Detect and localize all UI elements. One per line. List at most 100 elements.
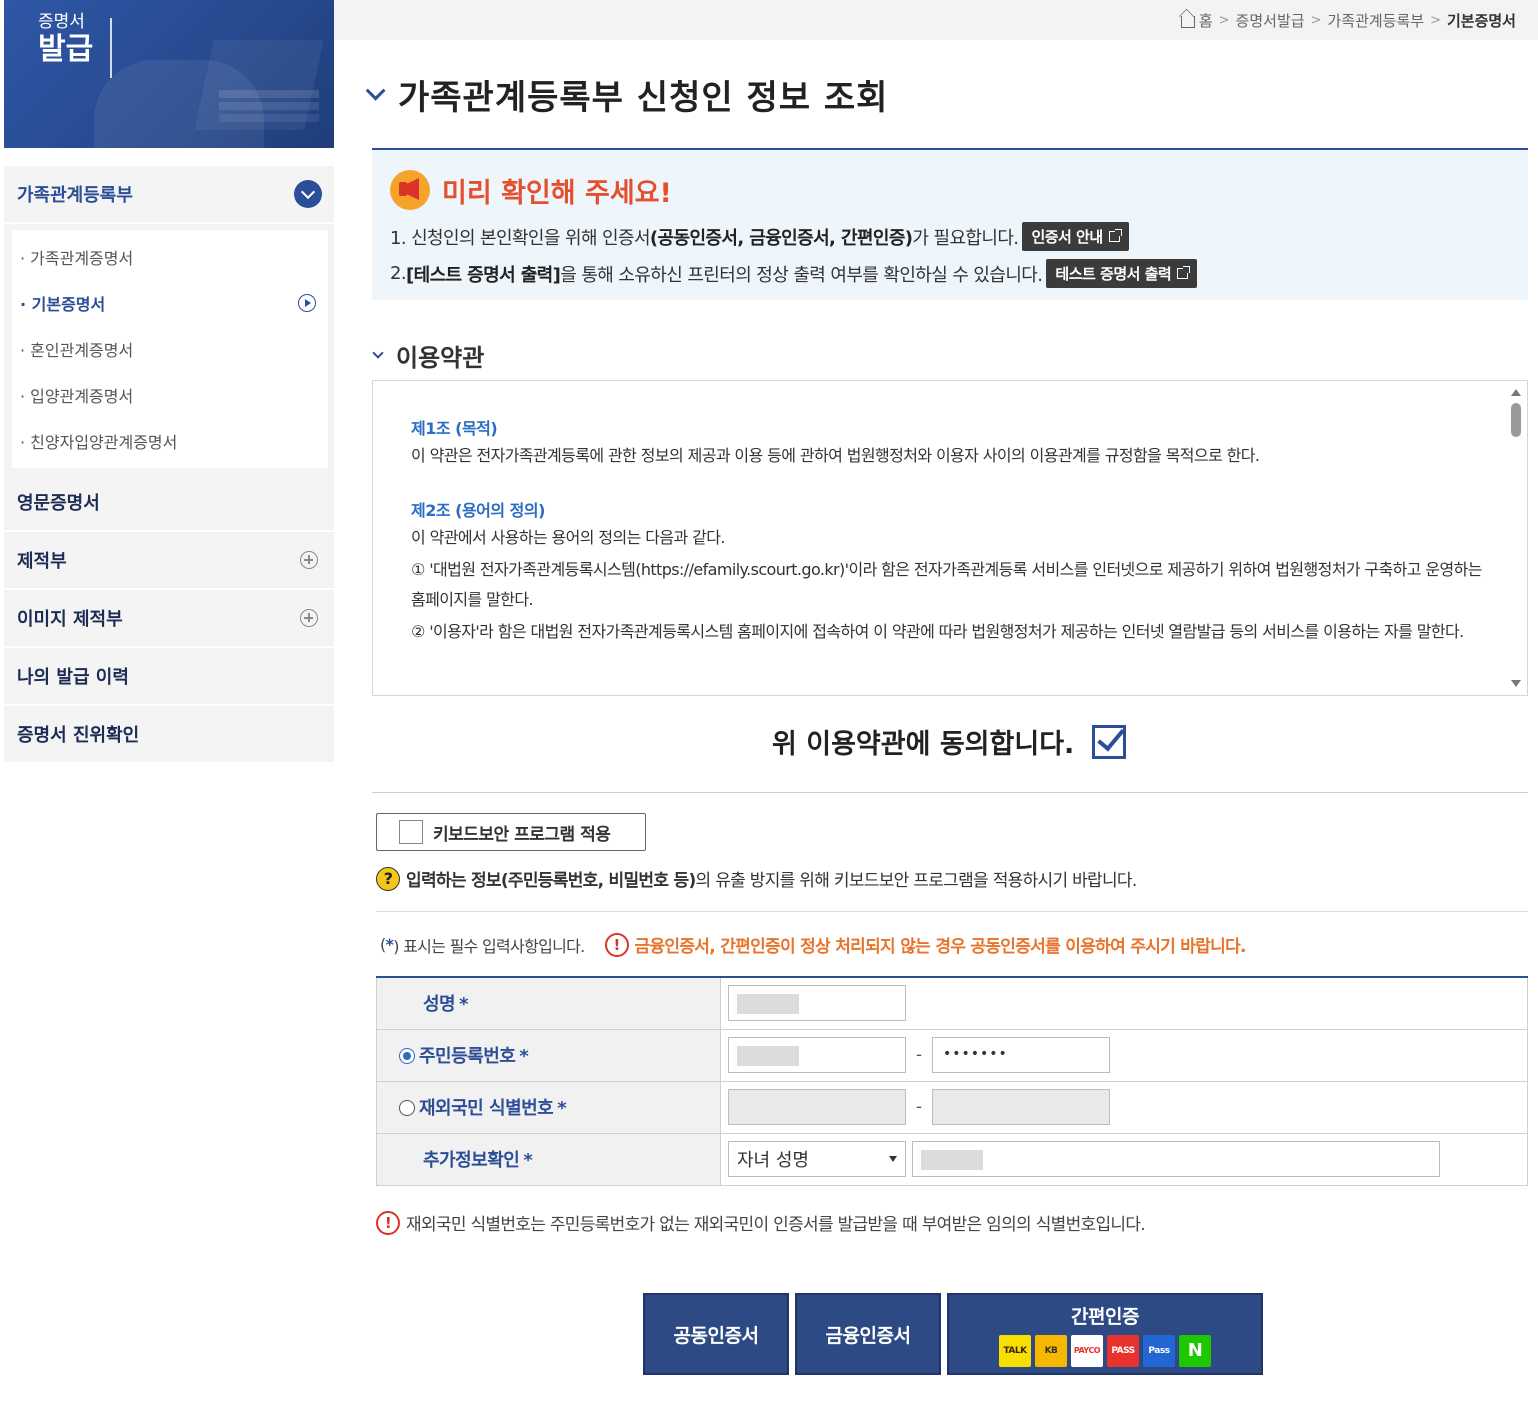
section-tick-icon	[372, 346, 384, 359]
pass-icon: PASS	[1107, 1334, 1139, 1367]
financial-cert-button[interactable]: 금융인증서	[795, 1293, 941, 1375]
form-row-rrn: 주민등록번호 * - •••••••	[376, 1029, 1528, 1081]
sidebar: 증명서 발급 가족관계등록부 · 가족관계증명서 · 기본증명서 · 혼인관계증…	[4, 0, 334, 764]
main-content: 홈 > 증명서발급 > 가족관계등록부 > 기본증명서 가족관계등록부 신청인 …	[334, 0, 1538, 1375]
foreign-label[interactable]: 재외국민 식별번호 *	[376, 1081, 721, 1133]
scroll-up-icon[interactable]	[1511, 389, 1521, 396]
sub-item-marriage[interactable]: · 혼인관계증명서	[12, 326, 328, 372]
rrn-label[interactable]: 주민등록번호 *	[376, 1029, 721, 1081]
simple-auth-logos: TALK KB PAYCO PASS Pass N	[997, 1334, 1213, 1367]
simple-auth-button[interactable]: 간편인증 TALK KB PAYCO PASS Pass N	[947, 1293, 1263, 1375]
side-menu: 가족관계등록부 · 가족관계증명서 · 기본증명서 · 혼인관계증명서 · 입양…	[4, 166, 334, 764]
terms-scrollbar[interactable]	[1505, 381, 1527, 695]
menu-verify[interactable]: 증명서 진위확인	[4, 706, 334, 764]
payco-icon: PAYCO	[1071, 1334, 1103, 1367]
required-star: *	[459, 994, 469, 1016]
foreign-radio[interactable]	[399, 1100, 415, 1116]
keyboard-security-checkbox[interactable]	[399, 820, 423, 844]
keyboard-help-bold: 입력하는 정보(주민등록번호, 비밀번호 등)	[406, 871, 696, 891]
article-body: ① '대법원 전자가족관계등록시스템(https://efamily.scour…	[411, 560, 1482, 609]
notice-line-2: 2. [테스트 증명서 출력] 을 통해 소유하신 프린터의 정상 출력 여부를 …	[390, 259, 1528, 288]
cert-guide-label: 인증서 안내	[1031, 228, 1103, 246]
sub-item-label: · 입양관계증명서	[20, 387, 134, 406]
dash: -	[915, 1097, 923, 1117]
required-star: *	[557, 1098, 567, 1119]
auth-buttons: 공동인증서 금융인증서 간편인증 TALK KB PAYCO PASS Pass…	[643, 1293, 1263, 1375]
scroll-thumb[interactable]	[1511, 403, 1521, 437]
name-input[interactable]	[728, 985, 906, 1022]
sub-item-basic-cert[interactable]: · 기본증명서	[12, 280, 328, 326]
rrn-radio[interactable]	[399, 1048, 415, 1064]
notice-text: 2.	[390, 263, 407, 284]
extra-info-select[interactable]: 자녀 성명	[728, 1141, 906, 1177]
home-icon[interactable]	[1180, 16, 1195, 28]
foreign-front-input[interactable]	[728, 1089, 906, 1125]
menu-english-cert[interactable]: 영문증명서	[4, 474, 334, 532]
notice-line-1: 1. 신청인의 본인확인을 위해 인증서 (공동인증서, 금융인증서, 간편인증)…	[390, 222, 1528, 251]
page-title: 가족관계등록부 신청인 정보 조회	[398, 78, 889, 118]
breadcrumb-item[interactable]: 가족관계등록부	[1327, 10, 1424, 31]
sidebar-banner: 증명서 발급	[4, 0, 334, 148]
sub-item-adoption[interactable]: · 입양관계증명서	[12, 372, 328, 418]
warning-text: 금융인증서, 간편인증이 정상 처리되지 않는 경우 공동인증서를 이용하여 주…	[634, 937, 1247, 957]
notice-text: 1. 신청인의 본인확인을 위해 인증서	[390, 227, 651, 249]
sub-item-full-adoption[interactable]: · 친양자입양관계증명서	[12, 418, 328, 464]
keyboard-help: ? 입력하는 정보(주민등록번호, 비밀번호 등) 의 유출 방지를 위해 키보드…	[376, 866, 1137, 891]
menu-family-register-label: 가족관계등록부	[17, 185, 133, 206]
keyboard-security-toggle[interactable]: 키보드보안 프로그램 적용	[376, 813, 646, 851]
breadcrumb-sep: >	[1218, 12, 1230, 28]
kb-icon: KB	[1035, 1334, 1067, 1367]
plus-circle-icon[interactable]	[300, 609, 318, 627]
sub-item-label: · 가족관계증명서	[20, 249, 134, 268]
dash: -	[915, 1045, 923, 1065]
article-title: 제2조 (용어의 정의)	[411, 501, 545, 520]
article-body: 이 약관은 전자가족관계등록에 관한 정보의 제공과 이용 등에 관하여 법원행…	[411, 446, 1260, 465]
scroll-down-icon[interactable]	[1511, 680, 1521, 687]
required-note-text: ) 표시는 필수 입력사항입니다.	[393, 936, 585, 956]
agree-checkbox[interactable]	[1092, 724, 1127, 759]
breadcrumb-item[interactable]: 증명서발급	[1236, 10, 1305, 31]
menu-jejeokbu[interactable]: 제적부	[4, 532, 334, 590]
menu-image-jejeokbu[interactable]: 이미지 제적부	[4, 590, 334, 648]
agree-row: 위 이용약관에 동의합니다.	[772, 722, 1127, 761]
kakao-talk-icon: TALK	[999, 1334, 1031, 1367]
external-link-icon	[1177, 266, 1191, 279]
foreign-id-note: ! 재외국민 식별번호는 주민등록번호가 없는 재외국민이 인증서를 발급받을 …	[376, 1210, 1146, 1235]
dropdown-arrow-icon	[889, 1156, 897, 1162]
sub-item-family-relation[interactable]: · 가족관계증명서	[12, 234, 328, 280]
page-title-wrap: 가족관계등록부 신청인 정보 조회	[365, 70, 889, 119]
menu-label: 이미지 제적부	[17, 609, 123, 630]
button-label: 금융인증서	[825, 1324, 911, 1347]
menu-my-history[interactable]: 나의 발급 이력	[4, 648, 334, 706]
pass-blue-icon: Pass	[1143, 1334, 1175, 1367]
extra-label: 추가정보확인 *	[376, 1133, 721, 1185]
joint-cert-button[interactable]: 공동인증서	[643, 1293, 789, 1375]
sub-item-label: · 기본증명서	[20, 295, 106, 314]
breadcrumb-sep: >	[1310, 12, 1322, 28]
keyboard-help-text: 의 유출 방지를 위해 키보드보안 프로그램을 적용하시기 바랍니다.	[695, 871, 1138, 891]
cert-guide-button[interactable]: 인증서 안내	[1022, 222, 1129, 251]
test-print-button[interactable]: 테스트 증명서 출력	[1046, 259, 1198, 288]
notice-text-bold: (공동인증서, 금융인증서, 간편인증)	[649, 227, 913, 249]
breadcrumb-sep: >	[1430, 12, 1441, 28]
rrn-back-input[interactable]: •••••••	[932, 1037, 1110, 1073]
form-row-name: 성명 *	[376, 977, 1528, 1029]
divider	[376, 911, 1528, 912]
required-star: *	[519, 1046, 529, 1067]
sub-item-label: · 혼인관계증명서	[20, 341, 134, 360]
form-row-extra: 추가정보확인 * 자녀 성명	[376, 1133, 1528, 1185]
terms-box[interactable]: 제1조 (목적) 이 약관은 전자가족관계등록에 관한 정보의 제공과 이용 등…	[372, 380, 1528, 696]
menu-label: 제적부	[17, 551, 67, 572]
banner-title-line2: 발급	[38, 32, 94, 67]
banner-title-line1: 증명서	[38, 12, 85, 32]
chevron-down-icon[interactable]	[294, 180, 322, 208]
menu-family-register[interactable]: 가족관계등록부	[4, 166, 334, 224]
plus-circle-icon[interactable]	[300, 551, 318, 569]
terms-section-header: 이용약관	[372, 338, 484, 373]
extra-info-input[interactable]	[912, 1141, 1440, 1177]
breadcrumb-home[interactable]: 홈	[1199, 10, 1213, 31]
label-text: 추가정보확인	[423, 1150, 520, 1171]
breadcrumb: 홈 > 증명서발급 > 가족관계등록부 > 기본증명서	[334, 0, 1538, 40]
rrn-front-input[interactable]	[728, 1037, 906, 1073]
foreign-back-input[interactable]	[932, 1089, 1110, 1125]
